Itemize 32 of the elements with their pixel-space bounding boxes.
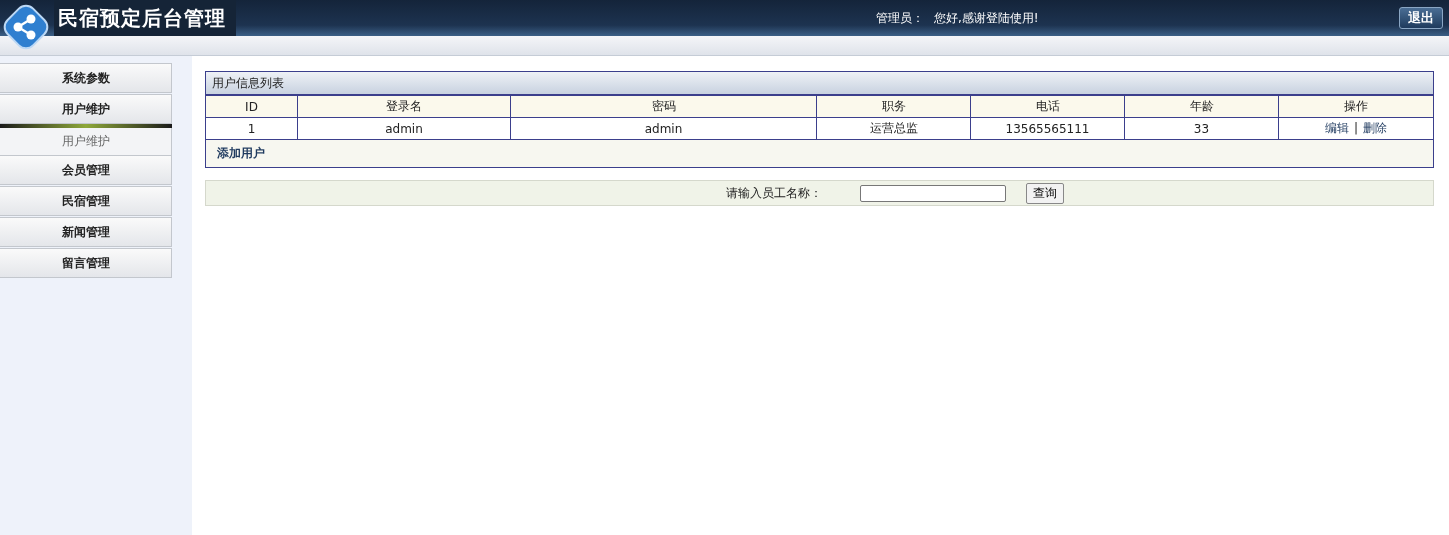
menu-item[interactable]: 民宿管理 (0, 186, 172, 216)
greeting-text: 您好,感谢登陆使用! (934, 9, 1039, 27)
menu-item[interactable]: 留言管理 (0, 248, 172, 278)
table-cell: 1 (206, 117, 298, 140)
column-header: 职务 (816, 95, 971, 118)
column-header: 密码 (510, 95, 817, 118)
table-cell: 13565565111 (970, 117, 1125, 140)
menu-item[interactable]: 用户维护 (0, 94, 172, 124)
search-label: 请输入员工名称： (725, 184, 822, 202)
column-header: ID (206, 95, 298, 118)
app-title: 民宿预定后台管理 (58, 4, 226, 32)
table-cell: admin (297, 117, 511, 140)
admin-label: 管理员： (876, 9, 924, 27)
column-header: 年龄 (1124, 95, 1279, 118)
column-header: 电话 (970, 95, 1125, 118)
add-user-link[interactable]: 添加用户 (217, 145, 265, 162)
column-header: 登录名 (297, 95, 511, 118)
table-cell: 33 (1124, 117, 1279, 140)
delete-link[interactable]: 删除 (1363, 121, 1387, 135)
menu-item[interactable]: 会员管理 (0, 155, 172, 185)
table-cell: 运营总监 (816, 117, 971, 140)
table-cell: admin (510, 117, 817, 140)
menu-item[interactable]: 新闻管理 (0, 217, 172, 247)
logout-button[interactable]: 退出 (1399, 7, 1443, 29)
menu-item[interactable]: 系统参数 (0, 63, 172, 93)
search-field[interactable] (859, 184, 1006, 202)
query-button[interactable]: 查询 (1025, 182, 1064, 204)
submenu-item[interactable]: 用户维护 (0, 128, 172, 155)
panel-title: 用户信息列表 (206, 72, 1433, 95)
separator: | (1353, 121, 1358, 135)
edit-link[interactable]: 编辑 (1324, 121, 1349, 135)
column-header: 操作 (1278, 95, 1433, 118)
